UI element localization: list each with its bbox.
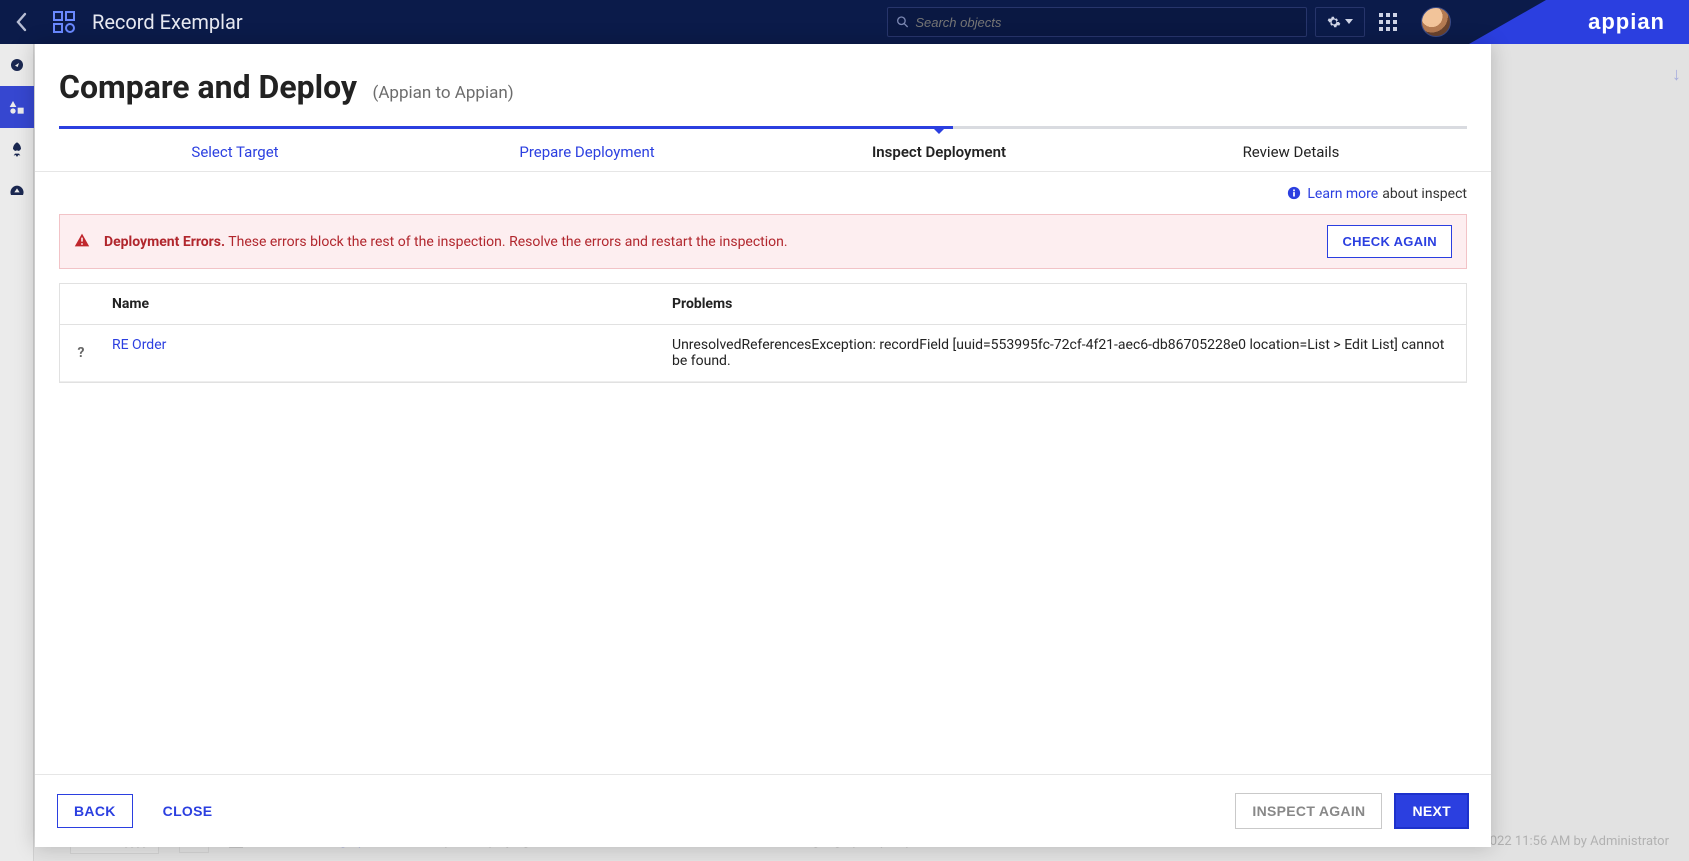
table-row: ? RE Order UnresolvedReferencesException… (60, 325, 1466, 382)
app-launcher-button[interactable] (1373, 7, 1403, 37)
question-icon: ? (78, 345, 85, 361)
top-header: Record Exemplar appian (0, 0, 1689, 44)
row-problem-text: UnresolvedReferencesException: recordFie… (662, 325, 1466, 381)
error-message-rest: These errors block the rest of the inspe… (228, 234, 787, 250)
next-button[interactable]: NEXT (1394, 793, 1469, 829)
step-prepare-deployment[interactable]: Prepare Deployment (411, 129, 763, 171)
user-avatar[interactable] (1421, 7, 1451, 37)
search-box[interactable] (887, 7, 1307, 37)
table-header-row: Name Problems (60, 284, 1466, 325)
app-title: Record Exemplar (92, 10, 243, 34)
learn-more-row: Learn more about inspect (35, 172, 1491, 214)
waffle-icon (1379, 13, 1397, 31)
step-inspect-deployment: Inspect Deployment (763, 129, 1115, 171)
modal-header: Compare and Deploy (Appian to Appian) (35, 44, 1491, 110)
back-icon-button[interactable] (0, 0, 44, 44)
step-select-target[interactable]: Select Target (59, 129, 411, 171)
brand-corner: appian (1469, 0, 1689, 44)
deploy-stepper: Select Target Prepare Deployment Inspect… (59, 126, 1467, 171)
close-button[interactable]: CLOSE (147, 795, 229, 827)
caret-down-icon (1345, 19, 1353, 25)
error-message-bold: Deployment Errors. (104, 234, 225, 250)
modal-subtitle: (Appian to Appian) (373, 83, 514, 103)
settings-menu-button[interactable] (1315, 7, 1365, 37)
table-header-problems: Problems (662, 284, 1466, 324)
deployment-error-banner: Deployment Errors. These errors block th… (59, 214, 1467, 269)
row-type-icon: ? (60, 325, 102, 381)
brand-logo: appian (1588, 0, 1665, 44)
learn-more-link[interactable]: Learn more (1307, 186, 1378, 204)
app-icon (44, 0, 84, 44)
learn-more-tail: about inspect (1382, 186, 1467, 204)
modal-title: Compare and Deploy (59, 68, 357, 106)
compare-deploy-modal: Compare and Deploy (Appian to Appian) Se… (35, 44, 1491, 847)
info-icon (1287, 186, 1301, 204)
search-input[interactable] (915, 15, 1298, 30)
error-message: Deployment Errors. These errors block th… (104, 234, 1313, 250)
check-again-button[interactable]: CHECK AGAIN (1327, 225, 1452, 258)
row-name-link[interactable]: RE Order (102, 325, 662, 381)
step-review-details: Review Details (1115, 129, 1467, 171)
search-icon (896, 15, 909, 29)
errors-table: Name Problems ? RE Order UnresolvedRefer… (59, 283, 1467, 383)
table-header-name: Name (102, 284, 662, 324)
warning-icon (74, 232, 90, 252)
inspect-again-button[interactable]: INSPECT AGAIN (1235, 793, 1382, 829)
modal-footer: BACK CLOSE INSPECT AGAIN NEXT (35, 774, 1491, 847)
table-header-icon-col (60, 284, 102, 324)
chevron-left-icon (15, 12, 29, 32)
back-button[interactable]: BACK (57, 794, 133, 828)
gear-icon (1327, 15, 1341, 29)
